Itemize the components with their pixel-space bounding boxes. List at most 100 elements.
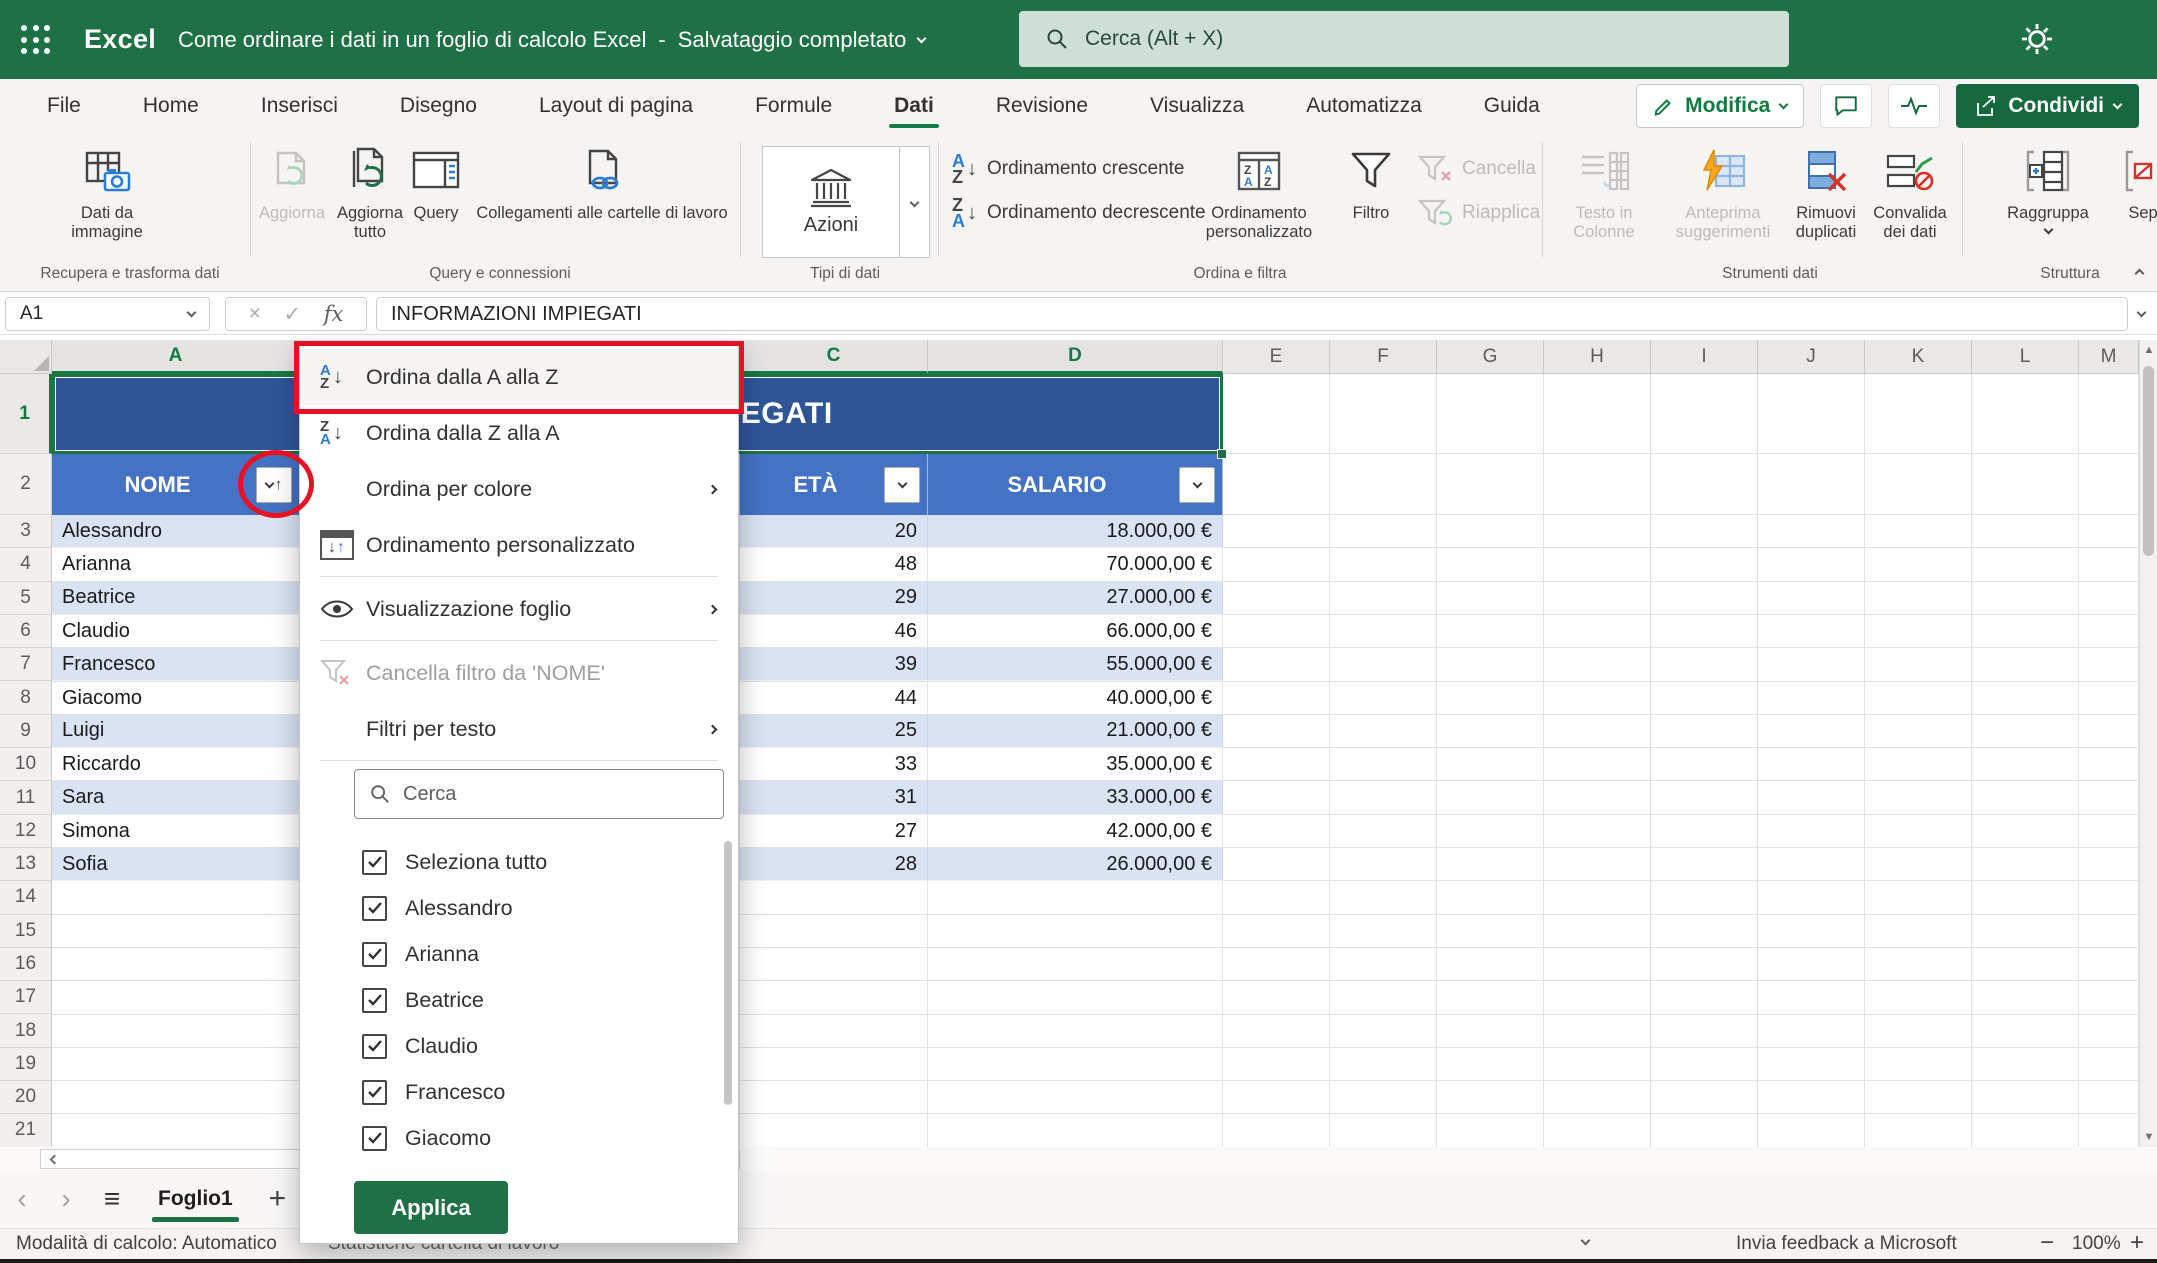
sort-ascending-button[interactable]: AZ↓ Ordinamento crescente [952, 150, 1185, 188]
tab-file[interactable]: File [16, 79, 112, 132]
row-header-12[interactable]: 12 [0, 815, 52, 848]
row-header-15[interactable]: 15 [0, 915, 52, 948]
row-header-7[interactable]: 7 [0, 648, 52, 681]
row-header-4[interactable]: 4 [0, 548, 52, 581]
query-button[interactable]: Query [406, 142, 466, 223]
cell[interactable]: 39 [740, 648, 928, 681]
cell[interactable]: 35.000,00 € [928, 748, 1223, 781]
column-header-M[interactable]: M [2079, 340, 2139, 374]
column-header-C[interactable]: C [740, 340, 928, 374]
filter-search-box[interactable] [354, 769, 724, 819]
checkbox-checked-icon[interactable] [362, 896, 387, 921]
apply-filter-button[interactable]: Applica [354, 1181, 508, 1234]
cell[interactable]: 70.000,00 € [928, 548, 1223, 581]
filter-checkbox-beatrice[interactable]: Beatrice [362, 977, 702, 1023]
cell[interactable]: Beatrice [52, 582, 300, 615]
select-all-corner[interactable] [0, 340, 52, 374]
cell[interactable]: 46 [740, 615, 928, 648]
row-header-20[interactable]: 20 [0, 1081, 52, 1114]
tab-home[interactable]: Home [112, 79, 230, 132]
document-title[interactable]: Come ordinare i dati in un foglio di cal… [178, 27, 925, 53]
filter-checkbox-claudio[interactable]: Claudio [362, 1023, 702, 1069]
expand-formula-bar-icon[interactable] [2137, 308, 2147, 318]
menu-item-visualizzazione-foglio[interactable]: Visualizzazione foglio [300, 581, 738, 637]
column-header-J[interactable]: J [1758, 340, 1865, 374]
column-header-F[interactable]: F [1330, 340, 1437, 374]
cell[interactable]: 44 [740, 682, 928, 715]
filter-checkbox-seleziona-tutto[interactable]: Seleziona tutto [362, 839, 702, 885]
row-header-3[interactable]: 3 [0, 515, 52, 548]
filter-checkbox-giacomo[interactable]: Giacomo [362, 1115, 702, 1161]
formula-input[interactable]: INFORMAZIONI IMPIEGATI [376, 297, 2128, 331]
data-validation-button[interactable]: Convalida dei dati [1864, 142, 1956, 242]
tab-visualizza[interactable]: Visualizza [1119, 79, 1275, 132]
cell[interactable]: Simona [52, 815, 300, 848]
row-header-2[interactable]: 2 [0, 454, 52, 515]
cell[interactable]: 40.000,00 € [928, 682, 1223, 715]
search-bar[interactable]: Cerca (Alt + X) [1019, 11, 1789, 67]
cell[interactable]: Giacomo [52, 682, 300, 715]
row-header-6[interactable]: 6 [0, 615, 52, 648]
group-button[interactable]: Raggruppa [2002, 142, 2094, 233]
cell[interactable]: Sofia [52, 848, 300, 881]
refresh-all-button[interactable]: Aggiorna tutto [334, 142, 406, 242]
cell[interactable]: 48 [740, 548, 928, 581]
column-header-L[interactable]: L [1972, 340, 2079, 374]
column-header-A[interactable]: A [52, 340, 300, 374]
menu-item-filtri-per-testo[interactable]: Filtri per testo [300, 701, 738, 757]
eta-filter-button[interactable] [884, 467, 920, 503]
cell[interactable]: 18.000,00 € [928, 515, 1223, 548]
tab-layout-di-pagina[interactable]: Layout di pagina [508, 79, 724, 132]
filter-checkbox-francesco[interactable]: Francesco [362, 1069, 702, 1115]
column-header-I[interactable]: I [1651, 340, 1758, 374]
workbook-links-button[interactable]: Collegamenti alle cartelle di lavoro [468, 142, 736, 223]
mode-switcher-button[interactable]: Modifica [1636, 84, 1804, 128]
sort-descending-button[interactable]: ZA↓ Ordinamento decrescente [952, 194, 1206, 232]
cell[interactable]: 31 [740, 781, 928, 814]
cell[interactable]: 33 [740, 748, 928, 781]
filter-search-input[interactable] [403, 783, 683, 806]
tab-revisione[interactable]: Revisione [965, 79, 1119, 132]
cell[interactable]: 55.000,00 € [928, 648, 1223, 681]
filter-list-scroll-thumb[interactable] [724, 841, 732, 1105]
app-name[interactable]: Excel [84, 24, 156, 55]
cell[interactable]: 26.000,00 € [928, 848, 1223, 881]
ungroup-button[interactable]: Sep [2108, 142, 2157, 223]
checkbox-checked-icon[interactable] [362, 988, 387, 1013]
cell[interactable]: 25 [740, 715, 928, 748]
checkbox-checked-icon[interactable] [362, 942, 387, 967]
tab-inserisci[interactable]: Inserisci [230, 79, 369, 132]
column-header-H[interactable]: H [1544, 340, 1651, 374]
row-header-21[interactable]: 21 [0, 1114, 52, 1147]
column-header-K[interactable]: K [1865, 340, 1972, 374]
add-sheet-icon[interactable]: + [269, 1182, 287, 1216]
app-launcher-icon[interactable] [16, 20, 56, 60]
filter-checkbox-alessandro[interactable]: Alessandro [362, 885, 702, 931]
vertical-scrollbar[interactable]: ▲ ▼ [2139, 340, 2157, 1147]
tab-dati[interactable]: Dati [863, 79, 965, 132]
row-header-8[interactable]: 8 [0, 681, 52, 714]
menu-item-ordina-dalla-a-alla-z[interactable]: AZ↓Ordina dalla A alla Z [300, 349, 738, 405]
insert-function-icon[interactable]: fx [324, 302, 344, 326]
chevron-down-icon[interactable] [1581, 1236, 1591, 1246]
checkbox-checked-icon[interactable] [362, 1034, 387, 1059]
cell[interactable]: Arianna [52, 548, 300, 581]
cell[interactable]: Sara [52, 781, 300, 814]
column-header-E[interactable]: E [1223, 340, 1330, 374]
tab-disegno[interactable]: Disegno [369, 79, 508, 132]
row-header-5[interactable]: 5 [0, 582, 52, 615]
cell[interactable]: 27 [740, 815, 928, 848]
tab-automatizza[interactable]: Automatizza [1275, 79, 1453, 132]
zoom-level[interactable]: 100% [2072, 1233, 2121, 1255]
comments-button[interactable] [1820, 84, 1872, 128]
row-header-17[interactable]: 17 [0, 981, 52, 1014]
checkbox-checked-icon[interactable] [362, 1126, 387, 1151]
name-box[interactable]: A1 [5, 297, 210, 331]
salario-filter-button[interactable] [1179, 467, 1215, 503]
cell[interactable]: Claudio [52, 615, 300, 648]
cell[interactable]: 20 [740, 515, 928, 548]
filter-checkbox-arianna[interactable]: Arianna [362, 931, 702, 977]
row-header-9[interactable]: 9 [0, 715, 52, 748]
fill-handle[interactable] [1217, 449, 1227, 459]
tab-formule[interactable]: Formule [724, 79, 863, 132]
